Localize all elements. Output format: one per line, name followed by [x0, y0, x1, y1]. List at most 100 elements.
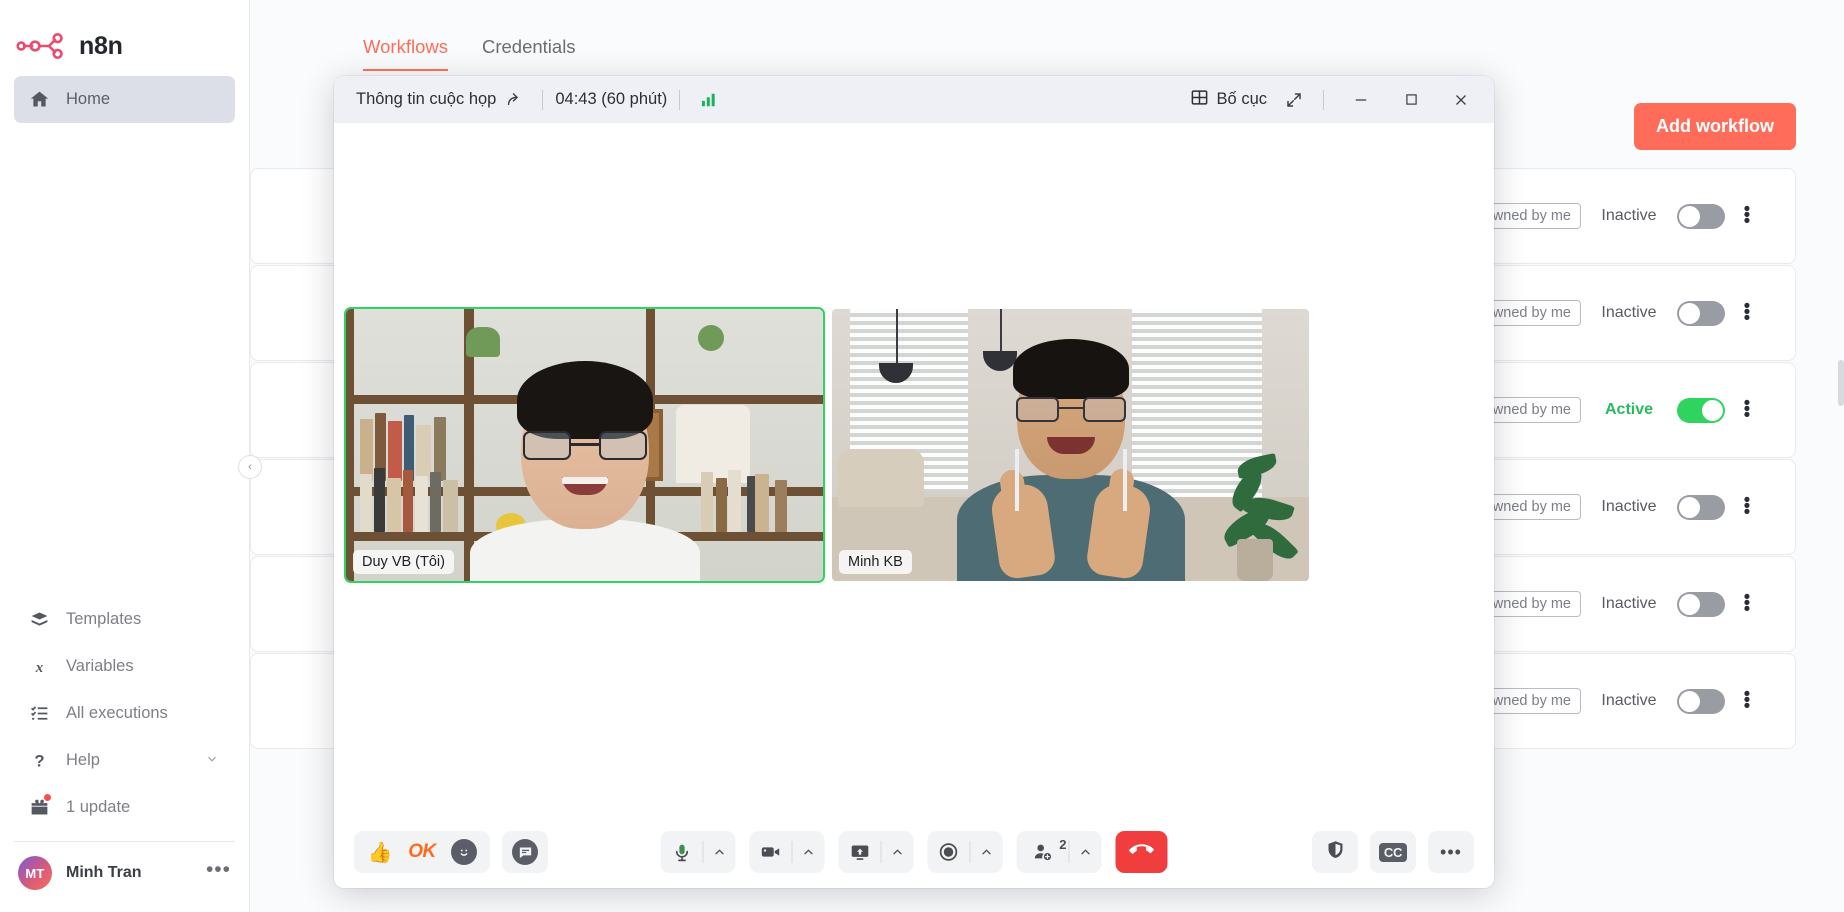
main-tabs: Workflows Credentials: [250, 0, 1844, 71]
row-menu-icon[interactable]: • • •: [1725, 200, 1769, 231]
mic-options-chevron[interactable]: [704, 845, 736, 859]
svg-text:x: x: [34, 660, 43, 676]
microphone-button[interactable]: [661, 831, 703, 873]
shield-icon: [1325, 839, 1346, 865]
end-call-icon: [1129, 838, 1154, 867]
status-badge: Inactive: [1601, 304, 1657, 321]
activation-toggle[interactable]: [1677, 688, 1725, 714]
executions-list-icon: [28, 703, 50, 725]
expand-diagonal-icon[interactable]: [1277, 83, 1311, 117]
activation-toggle[interactable]: [1677, 203, 1725, 229]
participants-button[interactable]: 2: [1017, 831, 1069, 873]
more-horizontal-icon: •••: [1440, 842, 1462, 862]
sidebar-user[interactable]: MT Minh Tran •••: [0, 842, 249, 912]
end-call-button[interactable]: [1115, 831, 1168, 873]
sidebar-item-all-executions[interactable]: All executions: [14, 690, 235, 737]
status-badge: Active: [1604, 401, 1654, 418]
status-badge: Inactive: [1601, 692, 1657, 709]
meeting-window: Thông tin cuộc họp 04:43 (60 phút) Bố cụ: [334, 76, 1494, 888]
activation-toggle[interactable]: [1677, 397, 1725, 423]
sidebar-item-update[interactable]: 1 update: [14, 784, 235, 831]
meeting-title: Thông tin cuộc họp: [356, 90, 497, 108]
n8n-logo-icon: [16, 31, 68, 61]
signal-bars-icon[interactable]: [692, 83, 726, 117]
participants-group: 2: [1016, 831, 1102, 873]
sidebar-item-home-label: Home: [66, 90, 111, 108]
row-menu-icon[interactable]: • • •: [1725, 297, 1769, 328]
sidebar-item-templates-label: Templates: [66, 610, 142, 628]
mic-group: [660, 831, 736, 873]
row-menu-icon[interactable]: • • •: [1725, 588, 1769, 619]
share-arrow-icon[interactable]: [496, 83, 530, 117]
sidebar-item-templates[interactable]: Templates: [14, 596, 235, 643]
camera-group: [749, 831, 825, 873]
sidebar-item-home[interactable]: Home: [14, 76, 235, 123]
reactions-group: 👍 OK: [354, 831, 490, 873]
share-screen-options-chevron[interactable]: [882, 845, 914, 859]
video-feed: [346, 309, 823, 581]
layout-button[interactable]: Bố cục: [1180, 83, 1277, 117]
sidebar-item-update-label: 1 update: [66, 798, 131, 816]
close-icon[interactable]: [1436, 81, 1486, 119]
user-menu-icon[interactable]: •••: [206, 859, 231, 881]
smiley-icon: [451, 839, 477, 865]
participant-tile[interactable]: Duy VB (Tôi): [344, 307, 825, 583]
sidebar-item-all-executions-label: All executions: [66, 704, 168, 722]
participant-name-label: Duy VB (Tôi): [353, 550, 454, 574]
toolbar-center-group: 2: [660, 831, 1168, 873]
camera-button[interactable]: [750, 831, 792, 873]
status-badge: Inactive: [1601, 498, 1657, 515]
meeting-timer: 04:43 (60 phút): [555, 90, 668, 108]
record-button[interactable]: [928, 831, 970, 873]
layout-button-label: Bố cục: [1216, 90, 1267, 108]
minimize-button[interactable]: [1336, 81, 1386, 119]
activation-toggle[interactable]: [1677, 591, 1725, 617]
ok-icon: OK: [408, 841, 436, 862]
record-group: [927, 831, 1003, 873]
scrollbar-thumb[interactable]: [1838, 360, 1844, 406]
brand-name: n8n: [79, 31, 123, 60]
tab-credentials-label: Credentials: [481, 36, 576, 57]
toolbar-left-group: 👍 OK: [354, 831, 548, 873]
participant-video-figure: [956, 337, 1185, 581]
ok-reaction-button[interactable]: OK: [402, 831, 442, 873]
row-menu-icon[interactable]: • • •: [1725, 685, 1769, 716]
security-button[interactable]: [1312, 831, 1358, 873]
activation-toggle[interactable]: [1677, 300, 1725, 326]
emoji-reaction-button[interactable]: [444, 831, 484, 873]
captions-button[interactable]: CC: [1370, 831, 1416, 873]
sidebar-collapse-button[interactable]: ‹: [238, 455, 262, 479]
more-options-button[interactable]: •••: [1428, 831, 1474, 873]
row-menu-icon[interactable]: • • •: [1725, 491, 1769, 522]
chevron-left-icon: ‹: [248, 461, 252, 473]
chat-button[interactable]: [502, 831, 548, 873]
activation-toggle[interactable]: [1677, 494, 1725, 520]
participant-tile[interactable]: Minh KB: [832, 309, 1309, 581]
help-question-icon: ?: [28, 750, 50, 772]
maximize-button[interactable]: [1386, 81, 1436, 119]
tab-credentials[interactable]: Credentials: [482, 36, 576, 71]
add-workflow-button[interactable]: Add workflow: [1634, 103, 1796, 150]
camera-options-chevron[interactable]: [793, 845, 825, 859]
participants-options-chevron[interactable]: [1070, 845, 1102, 859]
sidebar-nav-top: Home: [0, 68, 249, 123]
thumbs-up-reaction-button[interactable]: 👍: [360, 831, 400, 873]
toolbar-right-group: CC •••: [1312, 831, 1474, 873]
sidebar-item-help[interactable]: ? Help: [14, 737, 235, 784]
app-root: n8n Home Templates x Variables All execu…: [0, 0, 1844, 912]
variables-icon: x: [28, 656, 50, 678]
sidebar-item-help-label: Help: [66, 751, 100, 769]
grid-layout-icon: [1190, 88, 1209, 112]
templates-icon: [28, 609, 50, 631]
meeting-toolbar: 👍 OK 2 CC •••: [334, 816, 1494, 888]
header-divider: [679, 89, 681, 110]
row-menu-icon[interactable]: • • •: [1725, 394, 1769, 425]
update-badge-dot: [43, 793, 52, 802]
header-divider: [1323, 89, 1324, 110]
record-options-chevron[interactable]: [971, 845, 1003, 859]
share-screen-button[interactable]: [839, 831, 881, 873]
sidebar-item-variables[interactable]: x Variables: [14, 643, 235, 690]
tab-workflows[interactable]: Workflows: [363, 36, 448, 71]
header-divider: [542, 89, 544, 110]
